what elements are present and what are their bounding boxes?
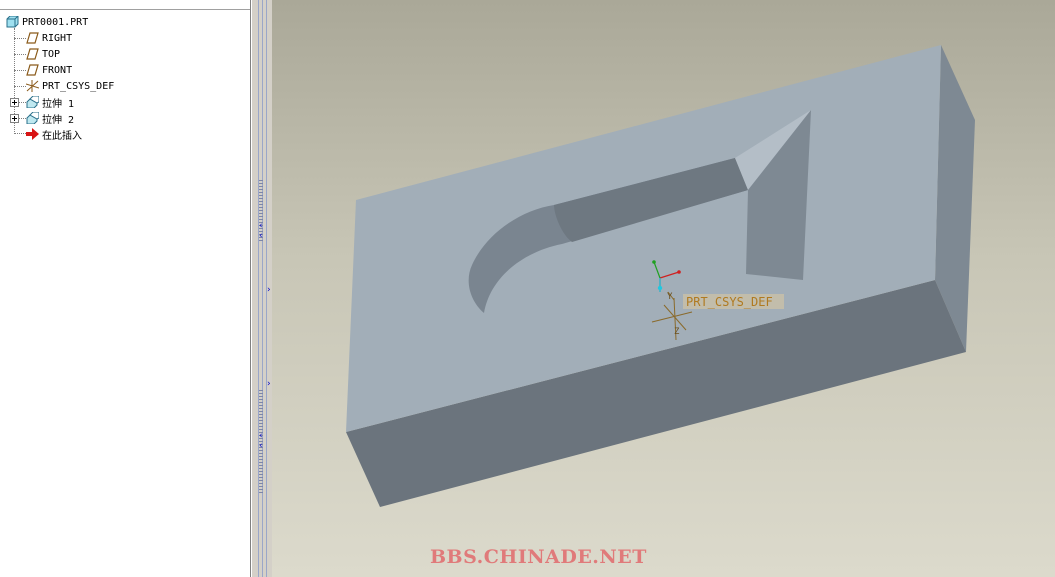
insert-here-arrow-icon [26, 128, 39, 140]
csys-label: PRT_CSYS_DEF [686, 295, 773, 309]
collapse-left-icon[interactable]: ‹ [259, 232, 263, 241]
tree-guide-line [18, 118, 26, 119]
extrude-icon [26, 111, 40, 125]
tree-item-label: TOP [42, 48, 61, 60]
collapse-left-icon[interactable]: ‹ [259, 442, 263, 451]
expand-toggle-icon[interactable] [10, 98, 19, 107]
tree-item-csys[interactable]: PRT_CSYS_DEF [25, 78, 115, 94]
expand-right-icon[interactable]: › [267, 286, 271, 295]
part-icon [6, 15, 19, 28]
tree-guide-line [14, 38, 26, 39]
tree-guide-line [18, 102, 26, 103]
tree-item-top[interactable]: TOP [26, 46, 60, 62]
graphics-viewport[interactable]: Y Z PRT_CSYS_DEF BBS.CHINADE.NET [272, 0, 1055, 577]
tree-item-right[interactable]: RIGHT [26, 30, 72, 46]
extrude-icon [26, 95, 40, 109]
tree-item-label: 拉伸 2 [42, 114, 75, 126]
tree-item-label: FRONT [42, 64, 73, 76]
tree-guide-line [14, 54, 26, 55]
csys-icon [25, 80, 40, 92]
tree-item-front[interactable]: FRONT [26, 62, 72, 78]
tree-item-label: PRT_CSYS_DEF [42, 80, 115, 92]
watermark-text: BBS.CHINADE.NET [430, 546, 647, 568]
csys-axis-y: Y [667, 292, 673, 302]
tree-header-line [0, 0, 250, 10]
tree-item-label: RIGHT [42, 32, 73, 44]
expand-toggle-icon[interactable] [10, 114, 19, 123]
panel-splitter[interactable]: ‹ ‹ › › ‹ ‹ [251, 0, 273, 577]
collapse-left-icon[interactable]: ‹ [259, 222, 263, 231]
collapse-left-icon[interactable]: ‹ [259, 432, 263, 441]
tree-guide-line [14, 86, 26, 87]
expand-right-icon[interactable]: › [267, 380, 271, 389]
tree-guide-line [14, 133, 26, 134]
tree-item-extrude-2[interactable]: 拉伸 2 [26, 110, 74, 126]
tree-item-label: PRT0001.PRT [22, 16, 89, 28]
datum-plane-icon [26, 64, 39, 76]
tree-item-extrude-1[interactable]: 拉伸 1 [26, 94, 74, 110]
tree-item-label: 拉伸 1 [42, 98, 75, 110]
tree-item-insert-here[interactable]: 在此插入 [26, 126, 82, 142]
model-tree-panel: PRT0001.PRT RIGHT TOP FRONT PRT_CSYS_DEF… [0, 0, 251, 577]
tree-guide-line [14, 70, 26, 71]
part-model[interactable]: Y Z PRT_CSYS_DEF [272, 0, 1055, 577]
datum-plane-icon [26, 32, 39, 44]
tree-item-part[interactable]: PRT0001.PRT [6, 14, 88, 30]
datum-plane-icon [26, 48, 39, 60]
tree-item-label: 在此插入 [42, 130, 82, 142]
csys-axis-z: Z [674, 327, 680, 337]
